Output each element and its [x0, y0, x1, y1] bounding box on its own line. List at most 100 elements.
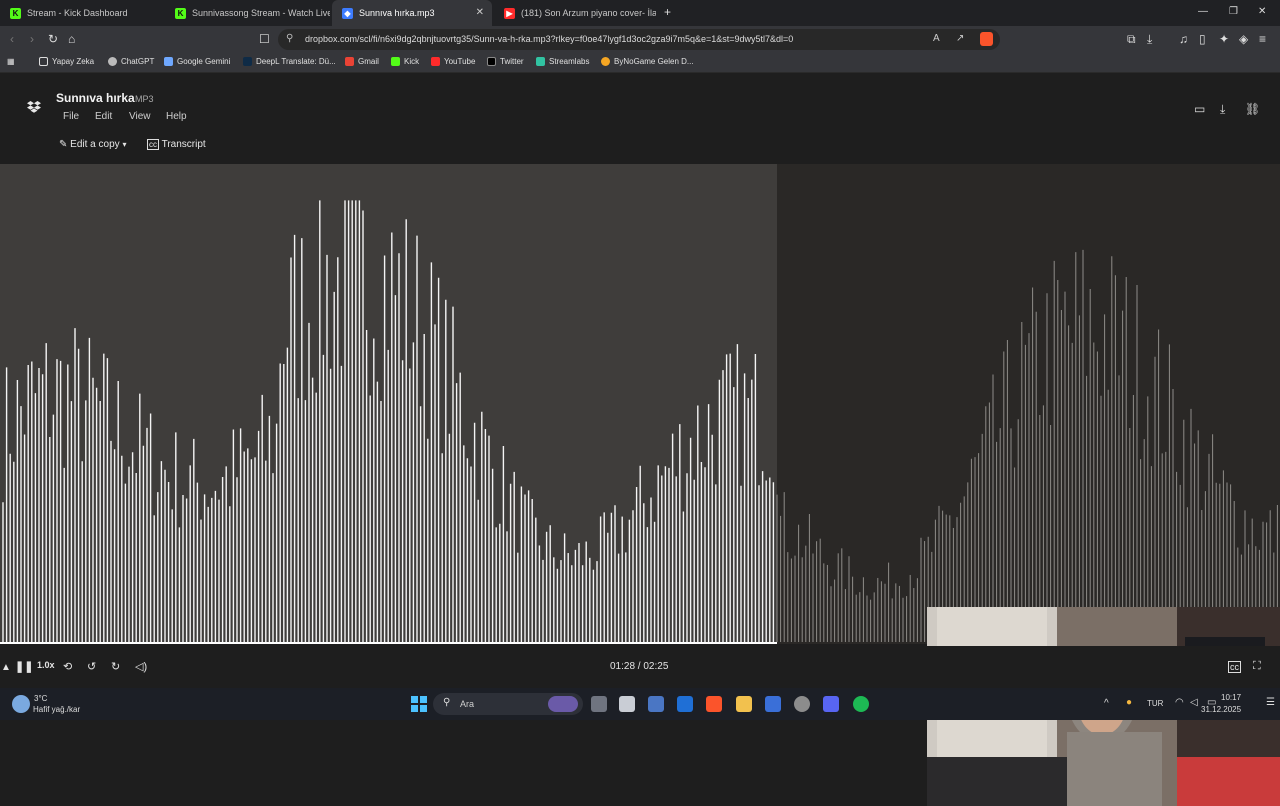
maximize-icon[interactable]: ❐: [1229, 6, 1238, 17]
brave-icon[interactable]: [706, 696, 722, 712]
menu-edit[interactable]: Edit: [95, 111, 112, 122]
home-icon[interactable]: ⌂: [68, 32, 75, 46]
discord-icon[interactable]: [823, 696, 839, 712]
share-icon[interactable]: ↗: [956, 33, 964, 44]
file-explorer-icon[interactable]: [736, 696, 752, 712]
file-type-badge: MP3: [135, 94, 154, 104]
bookmark-label: Google Gemini: [177, 57, 231, 66]
microsoft-store-icon[interactable]: [765, 696, 781, 712]
site-info-icon[interactable]: ⚲: [286, 33, 293, 44]
pencil-icon: ✎: [59, 139, 68, 150]
start-icon[interactable]: [411, 696, 427, 712]
bookmark-google-gemini[interactable]: Google Gemini: [164, 57, 230, 66]
close-tab-icon[interactable]: ✕: [476, 7, 484, 18]
notifications-icon[interactable]: ☰: [1266, 697, 1275, 708]
dropbox-logo-icon[interactable]: [27, 101, 41, 114]
obs-icon[interactable]: [794, 696, 810, 712]
snipping-tool-icon[interactable]: [619, 696, 635, 712]
menu-icon[interactable]: ≡: [1259, 32, 1266, 46]
chatgpt-icon: [108, 57, 117, 66]
extensions-icon[interactable]: ⧉: [1127, 32, 1136, 47]
translate-icon[interactable]: A: [933, 33, 940, 44]
taskbar-search[interactable]: ⚲ Ara: [433, 693, 583, 715]
youtube-icon: ▶: [504, 7, 515, 19]
tab-title: (181) Son Arzum piyano cover- İlayda: [521, 8, 656, 18]
streamlabs-icon: [536, 57, 545, 66]
tab-youtube[interactable]: ▶ (181) Son Arzum piyano cover- İlayda: [494, 0, 656, 26]
leo-ai-icon[interactable]: ✦: [1219, 32, 1229, 46]
media-icon[interactable]: ♫: [1179, 32, 1188, 46]
apps-grid-icon[interactable]: ▦: [7, 57, 15, 66]
gmail-icon: [345, 57, 354, 66]
reload-icon[interactable]: ↻: [48, 32, 58, 46]
language-indicator[interactable]: TUR: [1147, 699, 1163, 708]
new-tab-icon[interactable]: +: [664, 5, 671, 19]
bookmark-deepl[interactable]: DeepL Translate: Dü...: [243, 57, 336, 66]
bookmark-kick[interactable]: Kick: [391, 57, 419, 66]
tab-kick-dashboard[interactable]: K Stream - Kick Dashboard: [0, 0, 165, 26]
url-text: dropbox.com/scl/fi/n6xi9dg2qbnjtuovrtg35…: [305, 34, 794, 44]
microphone-icon[interactable]: ●: [1126, 697, 1132, 708]
audio-waveform[interactable]: [0, 164, 1280, 806]
bookmark-icon[interactable]: ☐: [259, 32, 270, 46]
link-icon[interactable]: ⛓: [1245, 102, 1260, 116]
address-bar[interactable]: ⚲ dropbox.com/scl/fi/n6xi9dg2qbnjtuovrtg…: [278, 29, 1000, 50]
minimize-icon[interactable]: —: [1198, 6, 1208, 17]
mouse-cursor-icon: ▲: [1, 662, 11, 673]
forward-icon[interactable]: ›: [30, 32, 34, 46]
pause-icon[interactable]: ❚❚: [15, 660, 33, 673]
bookmark-streamlabs[interactable]: Streamlabs: [536, 57, 589, 66]
transcript-button[interactable]: cc Transcript: [147, 139, 206, 150]
bookmark-chatgpt[interactable]: ChatGPT: [108, 57, 154, 66]
comment-icon[interactable]: ▭: [1194, 102, 1205, 116]
bookmark-label: Twitter: [500, 57, 524, 66]
kick-icon: K: [10, 7, 21, 19]
bookmark-bynogame[interactable]: ByNoGame Gelen D...: [601, 57, 694, 66]
youtube-icon: [431, 57, 440, 66]
weather-icon[interactable]: [12, 695, 30, 713]
downloads-icon[interactable]: ⤓: [1147, 32, 1152, 47]
task-view-icon[interactable]: [591, 696, 607, 712]
wifi-icon[interactable]: ◠: [1175, 697, 1184, 708]
time-readout: 01:28 / 02:25: [610, 661, 669, 672]
spotify-icon[interactable]: [853, 696, 869, 712]
dropbox-header: Sunnıva hırka MP3 File Edit View Help ✎ …: [0, 74, 1280, 164]
brave-shield-icon[interactable]: [980, 32, 993, 46]
volume-icon[interactable]: ◁): [135, 660, 147, 673]
menu-help[interactable]: Help: [166, 111, 187, 122]
bookmark-youtube[interactable]: YouTube: [431, 57, 475, 66]
loop-icon[interactable]: ⟲: [63, 660, 72, 673]
clock-date[interactable]: 31.12.2025: [1201, 705, 1241, 714]
download-icon[interactable]: ⤓: [1220, 102, 1225, 117]
rewind-10-icon[interactable]: ↺: [87, 660, 96, 673]
bookmark-yapay-zeka[interactable]: Yapay Zeka: [39, 57, 94, 66]
fullscreen-icon[interactable]: ⛶: [1253, 660, 1261, 673]
menu-view[interactable]: View: [129, 111, 151, 122]
browser-tab-strip: K Stream - Kick Dashboard K Sunnivassong…: [0, 0, 1280, 26]
kick-icon: [391, 57, 400, 66]
waveform-bars: [0, 200, 1278, 644]
outlook-icon[interactable]: [677, 696, 693, 712]
bookmark-gmail[interactable]: Gmail: [345, 57, 379, 66]
tab-sunnivassong-stream[interactable]: K Sunnivassong Stream - Watch Live o: [165, 0, 330, 26]
tray-overflow-icon[interactable]: ^: [1104, 698, 1109, 709]
captions-toggle-icon[interactable]: cc: [1228, 661, 1241, 673]
tab-title: Sunnıva hırka.mp3: [359, 8, 435, 18]
gemini-icon: [164, 57, 173, 66]
speaker-icon[interactable]: ◁: [1190, 697, 1198, 708]
edit-copy-button[interactable]: ✎ Edit a copy ▾: [59, 139, 126, 150]
player-controls: ▲ ❚❚ 1.0x ⟲ ↺ ↻ ◁) 01:28 / 02:25 cc ⛶: [0, 646, 1280, 688]
clock-time[interactable]: 10:17: [1221, 693, 1241, 702]
vpn-icon[interactable]: ◈: [1239, 32, 1248, 46]
menu-file[interactable]: File: [63, 111, 79, 122]
sidebar-icon[interactable]: ▯: [1199, 32, 1206, 46]
calculator-icon[interactable]: [648, 696, 664, 712]
bookmark-twitter[interactable]: Twitter: [487, 57, 524, 66]
back-icon[interactable]: ‹: [10, 32, 14, 46]
tab-dropbox-mp3[interactable]: ◆ Sunnıva hırka.mp3 ✕: [332, 0, 492, 26]
dropbox-icon: ◆: [342, 7, 353, 19]
playback-speed-button[interactable]: 1.0x: [37, 660, 55, 670]
close-window-icon[interactable]: ✕: [1258, 6, 1266, 17]
forward-10-icon[interactable]: ↻: [111, 660, 120, 673]
progress-bar[interactable]: [0, 642, 777, 644]
